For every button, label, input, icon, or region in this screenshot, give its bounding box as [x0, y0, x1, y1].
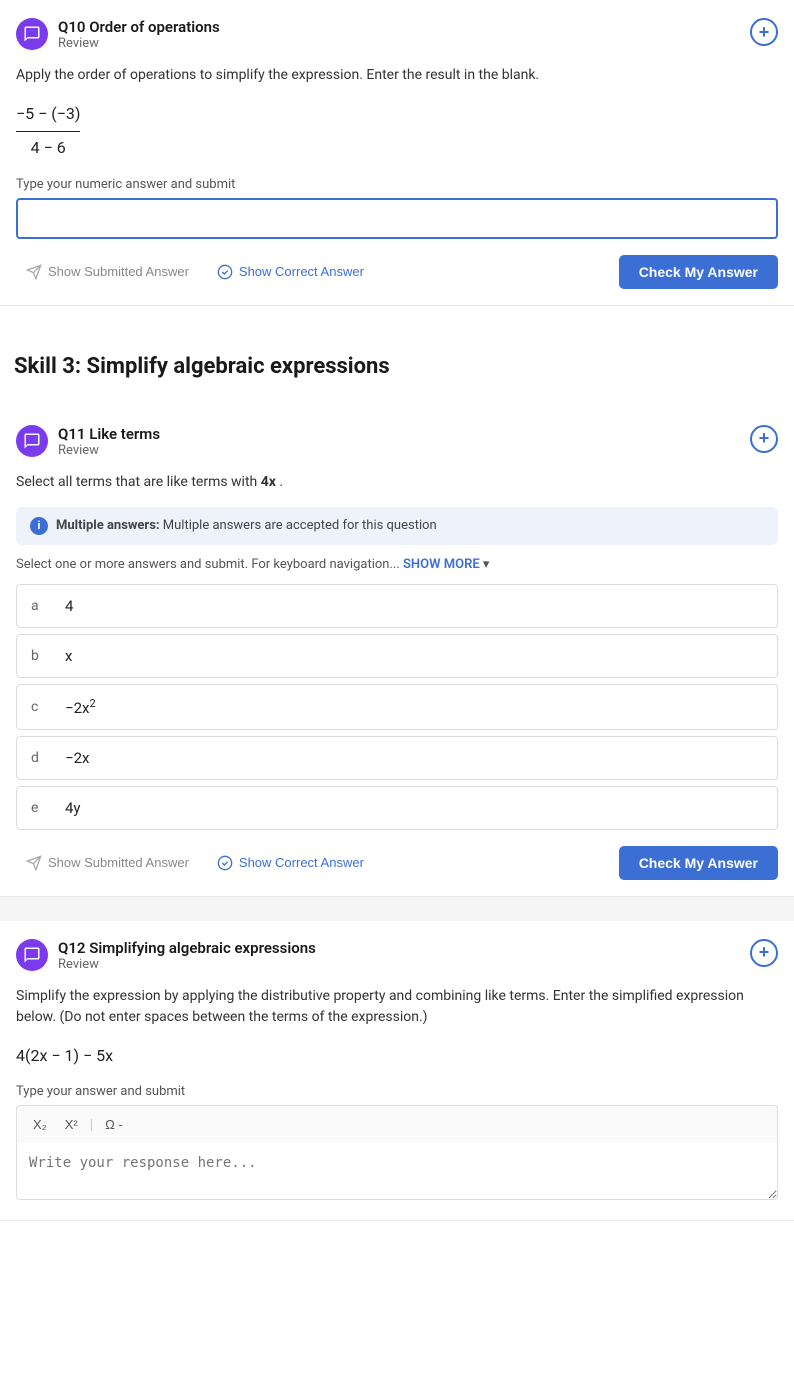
q11-choice-a[interactable]: a 4 [16, 584, 778, 628]
q12-title-block: Q12 Simplifying algebraic expressions Re… [58, 939, 316, 972]
q11-label-a: a [31, 598, 47, 614]
q11-check-button[interactable]: Check My Answer [619, 846, 778, 880]
q11-label-d: d [31, 750, 47, 766]
q10-show-correct-button[interactable]: Show Correct Answer [207, 258, 374, 286]
q10-fraction: −5 − (−3) 4 − 6 [16, 100, 80, 163]
q11-chevron-icon: ▾ [483, 557, 490, 572]
q12-answer-input[interactable] [16, 1143, 778, 1200]
plane-icon [26, 264, 42, 280]
q10-header: Q10 Order of operations Review + [16, 18, 778, 51]
q12-chat-icon [23, 946, 41, 964]
q10-actions: Show Submitted Answer Show Correct Answe… [16, 255, 778, 289]
q12-superscript-button[interactable]: X² [59, 1114, 84, 1135]
q10-expression: −5 − (−3) 4 − 6 [16, 100, 778, 163]
q11-show-correct-label: Show Correct Answer [239, 855, 364, 870]
q10-actions-left: Show Submitted Answer Show Correct Answe… [16, 258, 374, 286]
q10-check-button[interactable]: Check My Answer [619, 255, 778, 289]
q10-show-submitted-button[interactable]: Show Submitted Answer [16, 258, 199, 286]
q11-show-submitted-button[interactable]: Show Submitted Answer [16, 849, 199, 877]
q11-label-c: c [31, 699, 47, 715]
q11-header-left: Q11 Like terms Review [16, 425, 160, 458]
q11-info-label: Multiple answers: Multiple answers are a… [56, 518, 437, 533]
q11-label-e: e [31, 800, 47, 816]
q11-instruction-term: 4x [261, 474, 276, 490]
q10-input-label: Type your numeric answer and submit [16, 177, 778, 192]
q10-plus-button[interactable]: + [750, 18, 778, 46]
info-icon: i [30, 517, 48, 535]
skill3-section: Skill 3: Simplify algebraic expressions [0, 306, 794, 407]
q12-omega-button[interactable]: Ω - [99, 1114, 129, 1135]
q11-actions: Show Submitted Answer Show Correct Answe… [16, 846, 778, 880]
q11-instruction-part2: . [279, 474, 283, 490]
chat-icon [23, 25, 41, 43]
q11-actions-left: Show Submitted Answer Show Correct Answe… [16, 849, 374, 877]
q11-content-c: −2x2 [65, 697, 96, 717]
q10-show-submitted-label: Show Submitted Answer [48, 264, 189, 279]
q11-header: Q11 Like terms Review + [16, 425, 778, 458]
skill3-title: Skill 3: Simplify algebraic expressions [14, 326, 778, 397]
q11-choice-e[interactable]: e 4y [16, 786, 778, 830]
q11-show-submitted-label: Show Submitted Answer [48, 855, 189, 870]
q11-choice-d[interactable]: d −2x [16, 736, 778, 780]
q12-subscript-button[interactable]: X₂ [27, 1114, 53, 1135]
q11-chat-icon [23, 432, 41, 450]
q10-show-correct-label: Show Correct Answer [239, 264, 364, 279]
q11-title-block: Q11 Like terms Review [58, 425, 160, 458]
q12-expression: 4(2x − 1) − 5x [16, 1042, 778, 1071]
q11-info-banner: i Multiple answers: Multiple answers are… [16, 507, 778, 545]
q12-plus-button[interactable]: + [750, 939, 778, 967]
q11-nav-text: Select one or more answers and submit. F… [16, 557, 778, 572]
q10-card: Q10 Order of operations Review + Apply t… [0, 0, 794, 306]
q11-title: Q11 Like terms [58, 425, 160, 443]
check-circle-icon [217, 264, 233, 280]
q11-subtitle: Review [58, 443, 160, 458]
q12-toolbar-separator: | [90, 1117, 93, 1133]
q10-title: Q10 Order of operations [58, 18, 220, 36]
q11-plus-button[interactable]: + [750, 425, 778, 453]
q10-numerator: −5 − (−3) [16, 100, 80, 132]
q10-instruction: Apply the order of operations to simplif… [16, 65, 778, 86]
q10-denominator: 4 − 6 [16, 132, 80, 163]
q11-label-b: b [31, 648, 47, 664]
q10-subtitle: Review [58, 36, 220, 51]
q11-choice-b[interactable]: b x [16, 634, 778, 678]
q12-header: Q12 Simplifying algebraic expressions Re… [16, 939, 778, 972]
q11-choice-c[interactable]: c −2x2 [16, 684, 778, 730]
q11-show-correct-button[interactable]: Show Correct Answer [207, 849, 374, 877]
q12-card: Q12 Simplifying algebraic expressions Re… [0, 921, 794, 1222]
q11-show-more-link[interactable]: SHOW MORE [403, 557, 480, 572]
q12-instruction: Simplify the expression by applying the … [16, 986, 778, 1028]
q11-content-a: 4 [65, 597, 73, 615]
q11-content-d: −2x [65, 749, 89, 767]
q11-content-b: x [65, 647, 72, 665]
q12-subtitle: Review [58, 957, 316, 972]
q11-content-e: 4y [65, 799, 81, 817]
q11-instruction: Select all terms that are like terms wit… [16, 472, 778, 493]
q10-avatar [16, 18, 48, 50]
q11-instruction-part1: Select all terms that are like terms wit… [16, 474, 257, 490]
q11-choices: a 4 b x c −2x2 d −2x e 4y [16, 584, 778, 830]
q11-card: Q11 Like terms Review + Select all terms… [0, 407, 794, 897]
q12-avatar [16, 939, 48, 971]
q10-header-left: Q10 Order of operations Review [16, 18, 220, 51]
q12-header-left: Q12 Simplifying algebraic expressions Re… [16, 939, 316, 972]
section-divider [0, 897, 794, 921]
q11-avatar [16, 425, 48, 457]
q10-answer-input[interactable] [16, 198, 778, 239]
q11-check-circle-icon [217, 855, 233, 871]
q12-input-label: Type your answer and submit [16, 1084, 778, 1099]
q12-toolbar: X₂ X² | Ω - [16, 1105, 778, 1143]
q12-title: Q12 Simplifying algebraic expressions [58, 939, 316, 957]
q11-plane-icon [26, 855, 42, 871]
q10-title-block: Q10 Order of operations Review [58, 18, 220, 51]
